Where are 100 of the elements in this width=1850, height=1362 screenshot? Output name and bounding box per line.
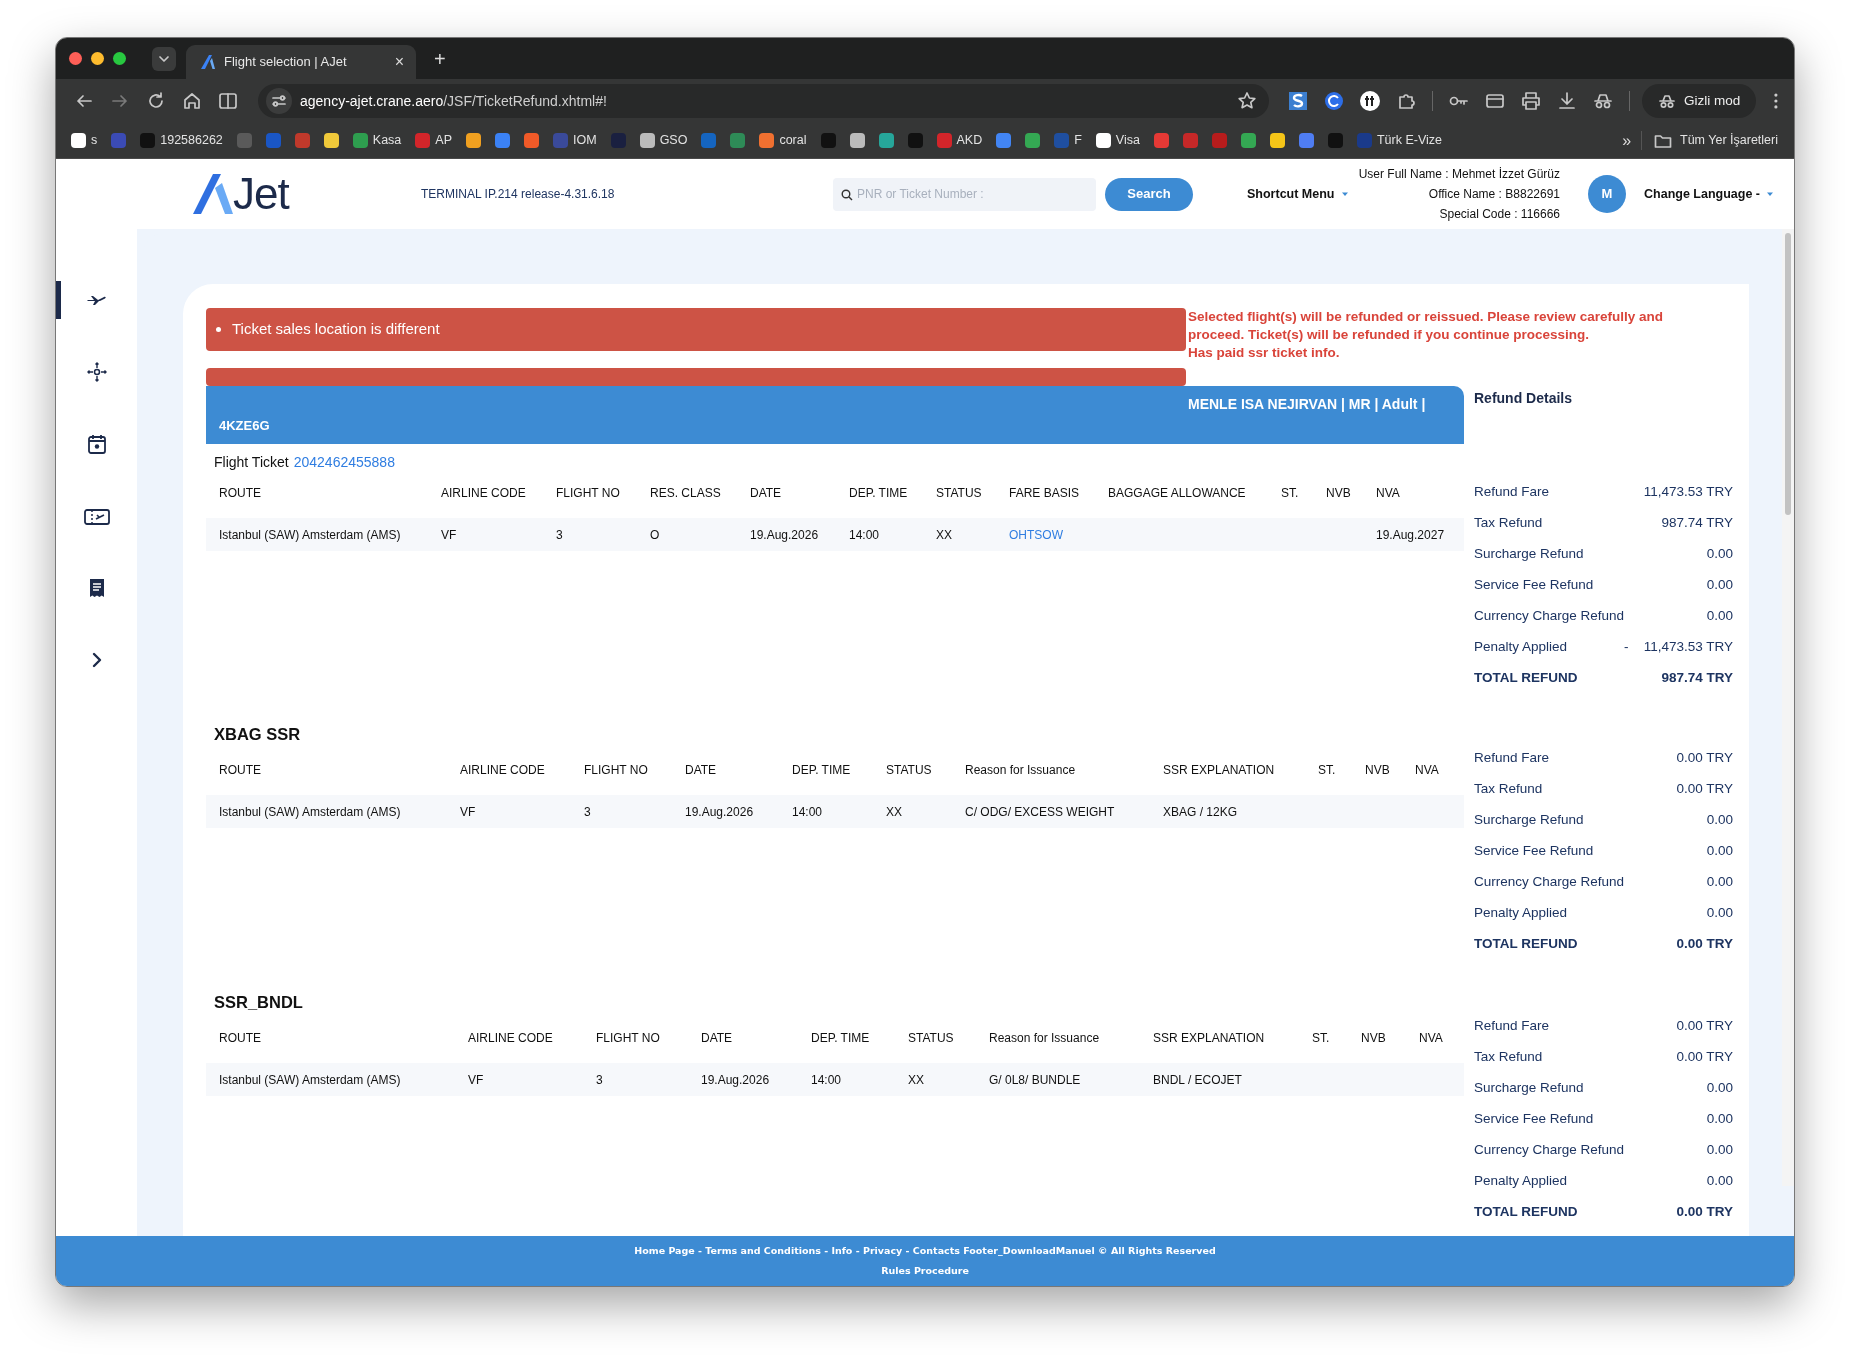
refund-amount: 0.00 [1706, 607, 1733, 626]
bookmark-link[interactable]: Visa [1088, 131, 1147, 150]
circle-logo-icon[interactable] [1322, 90, 1345, 112]
table-cell: C/ ODG/ EXCESS WEIGHT [952, 795, 1150, 828]
refund-label: Refund Fare [1474, 1017, 1551, 1036]
section-title: XBAG SSR [213, 723, 302, 745]
all-bookmarks-button[interactable]: Tüm Yer İşaretleri [1641, 131, 1786, 150]
pnr-code: 4KZE6G [219, 416, 270, 435]
refund-label: Tax Refund [1474, 514, 1544, 533]
bullet-icon [216, 327, 221, 332]
refund-label: Surcharge Refund [1474, 811, 1585, 830]
calendar-icon [85, 433, 108, 455]
column-header: ROUTE [206, 749, 447, 795]
bookmark-link[interactable]: GSO [632, 131, 695, 150]
bookmark-star-icon[interactable] [1236, 91, 1257, 111]
new-tab-button[interactable]: + [428, 48, 452, 69]
refund-amount: 0.00 [1706, 811, 1733, 830]
bookmark-link[interactable]: Kasa [345, 131, 409, 150]
ticket-label: Flight Ticket [214, 452, 289, 472]
tab-close-button[interactable]: × [390, 54, 408, 70]
footer-links[interactable]: Home Page - Terms and Conditions - Info - Privacy - Contacts Footer_DownloadManuel © All Rights Reserved [634, 1244, 1216, 1259]
change-language-dropdown[interactable]: Change Language - [1634, 184, 1784, 204]
refund-amount: 0.00 [1706, 1141, 1733, 1160]
incognito-profile-button[interactable]: Gizli mod [1641, 84, 1757, 118]
bookmark-link[interactable]: F [1047, 131, 1089, 150]
column-header: ROUTE [206, 472, 428, 518]
column-header: BAGGAGE ALLOWANCE [1095, 472, 1268, 518]
user-avatar[interactable]: M [1588, 175, 1626, 213]
user-info-text: Special Code : 116666 [1438, 206, 1560, 223]
table-cell: 19.Aug.2026 [672, 795, 779, 828]
bookmark-link[interactable]: AKD [929, 131, 990, 150]
user-info-text: Office Name : B8822691 [1427, 186, 1560, 203]
s-letter-icon[interactable] [1286, 90, 1309, 112]
column-header: DEP. TIME [836, 472, 923, 518]
close-window-button[interactable] [69, 52, 82, 65]
table-cell: VF [428, 518, 543, 551]
refund-label: Currency Charge Refund [1474, 1141, 1625, 1160]
keys-icon[interactable] [1358, 90, 1381, 112]
total-refund-amount: 0.00 TRY [1676, 1203, 1733, 1222]
table-cell: XX [923, 518, 996, 551]
zoom-window-button[interactable] [113, 52, 126, 65]
fare-basis-link[interactable]: OHTSOW [1009, 527, 1063, 542]
print-icon[interactable] [1519, 90, 1542, 112]
table-cell: BNDL / ECOJET [1140, 1063, 1299, 1096]
refund-label: Penalty Applied [1474, 638, 1569, 657]
tab-list-button[interactable] [152, 46, 176, 71]
table-cell: 14:00 [798, 1063, 895, 1096]
split-view-icon[interactable] [217, 90, 239, 112]
bookmark-link[interactable]: IOM [546, 131, 604, 150]
column-header: ST. [1299, 1017, 1348, 1063]
bookmark-link[interactable]: s [64, 131, 105, 150]
refund-amount: 0.00 [1706, 1079, 1733, 1098]
column-header: RES. CLASS [637, 472, 737, 518]
ticket-number-link[interactable]: 2042462455888 [293, 451, 395, 473]
address-bar[interactable]: agency-ajet.crane.aero/JSF/TicketRefund.xhtml#! [258, 84, 1269, 118]
refund-label: Surcharge Refund [1474, 545, 1585, 564]
search-button[interactable]: Search [1105, 177, 1193, 211]
column-header: FLIGHT NO [583, 1017, 688, 1063]
table-cell: 3 [583, 1063, 688, 1096]
scrollbar-thumb[interactable] [1785, 233, 1791, 515]
column-header: NVA [1402, 749, 1464, 795]
table-cell: 19.Aug.2026 [688, 1063, 798, 1096]
user-info-text: User Full Name : Mehmet İzzet Gürüz [1358, 166, 1560, 183]
error-message: Ticket sales location is different [232, 319, 440, 340]
refund-amount: 0.00 [1706, 842, 1733, 861]
move-arrows-icon [85, 361, 108, 383]
total-refund-label: TOTAL REFUND [1474, 935, 1579, 954]
refund-amount: 0.00 TRY [1676, 749, 1733, 768]
more-bookmarks-button[interactable]: » [1612, 128, 1642, 153]
column-header: NVB [1313, 472, 1363, 518]
refund-amount: 11,473.53 TRY [1643, 483, 1733, 502]
footer-links[interactable]: Rules Procedure [881, 1263, 969, 1278]
refund-amount: 0.00 [1706, 904, 1733, 923]
bookmark-link[interactable]: 192586262 [133, 131, 230, 150]
minimize-window-button[interactable] [91, 52, 104, 65]
home-icon[interactable] [181, 90, 203, 112]
shortcut-menu-dropdown[interactable]: Shortcut Menu [1247, 184, 1349, 204]
tab-favicon-icon [200, 54, 216, 70]
refund-label: Surcharge Refund [1474, 1079, 1585, 1098]
column-header: DATE [737, 472, 836, 518]
column-header: Reason for Issuance [976, 1017, 1140, 1063]
refund-label: Tax Refund [1474, 1048, 1544, 1067]
refund-label: Service Fee Refund [1474, 576, 1595, 595]
column-header: FLIGHT NO [543, 472, 637, 518]
bookmark-link[interactable]: coral [752, 131, 814, 150]
minus-sign: - [1624, 638, 1630, 657]
table-cell: VF [447, 795, 571, 828]
table-cell: Istanbul (SAW) Amsterdam (AMS) [206, 1063, 455, 1096]
table-cell: 14:00 [779, 795, 873, 828]
bookmark-link[interactable]: Türk E-Vize [1349, 131, 1450, 150]
refund-label: Penalty Applied [1474, 1172, 1569, 1191]
browser-tab[interactable]: Flight selection | AJet × [186, 45, 416, 79]
table-cell: 3 [543, 518, 637, 551]
search-field[interactable]: PNR or Ticket Number : [833, 177, 1096, 211]
column-header: FLIGHT NO [571, 749, 672, 795]
site-info-icon[interactable] [271, 93, 287, 109]
column-header: FARE BASIS [996, 472, 1095, 518]
column-header: STATUS [895, 1017, 976, 1063]
bookmark-link[interactable]: AP [408, 131, 459, 150]
column-header: DEP. TIME [798, 1017, 895, 1063]
